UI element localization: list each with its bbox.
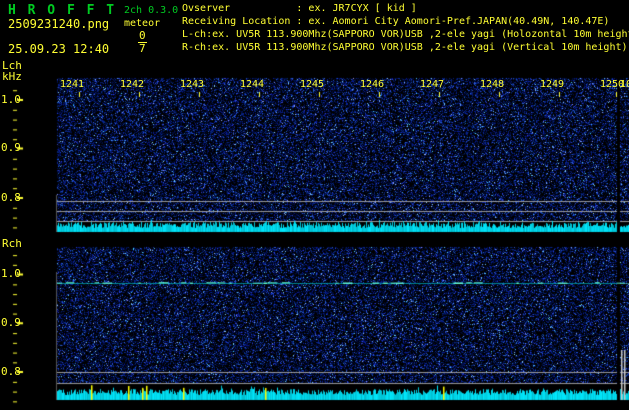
time-label: 1247 xyxy=(420,79,445,90)
meteor-count-lch: 0 xyxy=(138,29,147,43)
observation-datetime: 25.09.23 12:40 xyxy=(8,42,110,56)
time-label: 1245 xyxy=(300,79,325,90)
time-label: 1249 xyxy=(540,79,565,90)
meteor-label: meteor xyxy=(124,18,161,29)
observer-line: Ovserver : ex. JR7CYX [ kid ] xyxy=(182,3,417,14)
freq-tick-label: 0.8 xyxy=(1,364,21,378)
freq-tick-label: 0.9 xyxy=(1,315,21,329)
freq-tick-label: 0.8 xyxy=(1,190,21,204)
app-title: H R O F F T xyxy=(8,3,117,18)
hrofft-window: H R O F F T 2ch 0.3.0 2509231240.png met… xyxy=(0,0,629,410)
freq-tick-label: 1.0 xyxy=(1,267,21,280)
time-label: 1243 xyxy=(180,79,205,90)
spectrogram-canvas xyxy=(0,0,629,410)
meteor-count-rch: 7 xyxy=(139,42,146,55)
freq-tick-label: 0.9 xyxy=(1,141,21,154)
time-label: 1248 xyxy=(480,79,505,90)
lch-config-line: L-ch:ex. UV5R 113.900Mhz(SAPPORO VOR)USB… xyxy=(182,29,629,40)
time-label: 1244 xyxy=(240,79,265,90)
freq-tick-label: 1.0 xyxy=(1,92,21,106)
time-label: 1242 xyxy=(120,79,145,90)
rch-config-line: R-ch:ex. UV5R 113.900Mhz(SAPPORO VOR)USB… xyxy=(182,42,628,53)
lch-unit-label: kHz xyxy=(2,70,22,83)
time-label: 1241 xyxy=(60,79,85,90)
time-label: 1246 xyxy=(360,79,385,90)
app-version: 2ch 0.3.0 xyxy=(124,5,179,16)
time-label: 1250 xyxy=(600,79,625,90)
rch-panel-label: Rch xyxy=(2,237,22,250)
receiving-location-line: Receiving Location : ex. Aomori City Aom… xyxy=(182,16,610,27)
output-filename: 2509231240.png xyxy=(8,17,110,31)
station-info-block: Ovserver : ex. JR7CYX [ kid ] Receiving … xyxy=(182,2,629,54)
